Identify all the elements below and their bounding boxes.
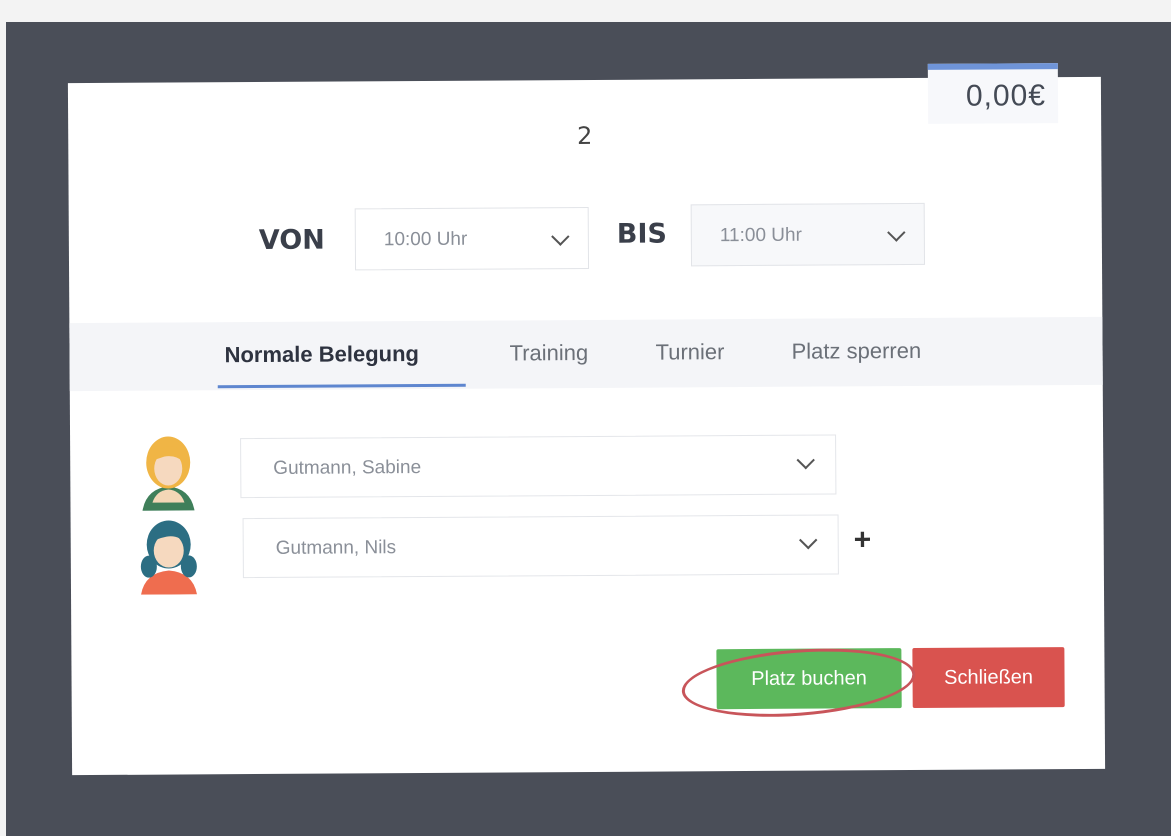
to-label: BIS (616, 218, 668, 250)
tab-training[interactable]: Training (509, 340, 588, 366)
from-time-value: 10:00 Uhr (383, 228, 468, 251)
player-2-name: Gutmann, Nils (275, 537, 397, 559)
to-time-select[interactable]: 11:00 Uhr (690, 202, 926, 267)
from-time-select[interactable]: 10:00 Uhr (354, 206, 590, 271)
chevron-down-icon (799, 530, 818, 550)
tab-platz-sperren[interactable]: Platz sperren (791, 338, 921, 365)
female-avatar-icon (128, 432, 208, 512)
chevron-down-icon (796, 450, 815, 470)
from-label: VON (258, 224, 325, 256)
chevron-down-icon (551, 227, 570, 246)
price-display: 0,00€ (927, 63, 1059, 124)
player-1-select[interactable]: Gutmann, Sabine (240, 434, 837, 499)
time-range-row: VON 10:00 Uhr BIS 11:00 Uhr (69, 202, 1102, 278)
tab-turnier[interactable]: Turnier (655, 339, 724, 365)
booking-type-tabs: Normale Belegung Training Turnier Platz … (69, 316, 1103, 392)
tab-normale-belegung[interactable]: Normale Belegung (224, 341, 419, 368)
price-value: 0,00€ (965, 79, 1047, 113)
booking-dialog: 0,00€ 2 VON 10:00 Uhr BIS 11:00 Uhr Norm… (67, 63, 1106, 776)
annotation-circle (679, 640, 918, 725)
court-number: 2 (577, 121, 593, 151)
player-2-select[interactable]: Gutmann, Nils (242, 514, 839, 579)
to-time-value: 11:00 Uhr (719, 224, 802, 247)
active-tab-indicator (217, 383, 466, 389)
close-button[interactable]: Schließen (912, 647, 1065, 709)
female-avatar-icon (129, 514, 209, 595)
player-1-name: Gutmann, Sabine (273, 457, 422, 479)
chevron-down-icon (887, 223, 906, 242)
add-player-icon[interactable]: + (854, 523, 872, 556)
